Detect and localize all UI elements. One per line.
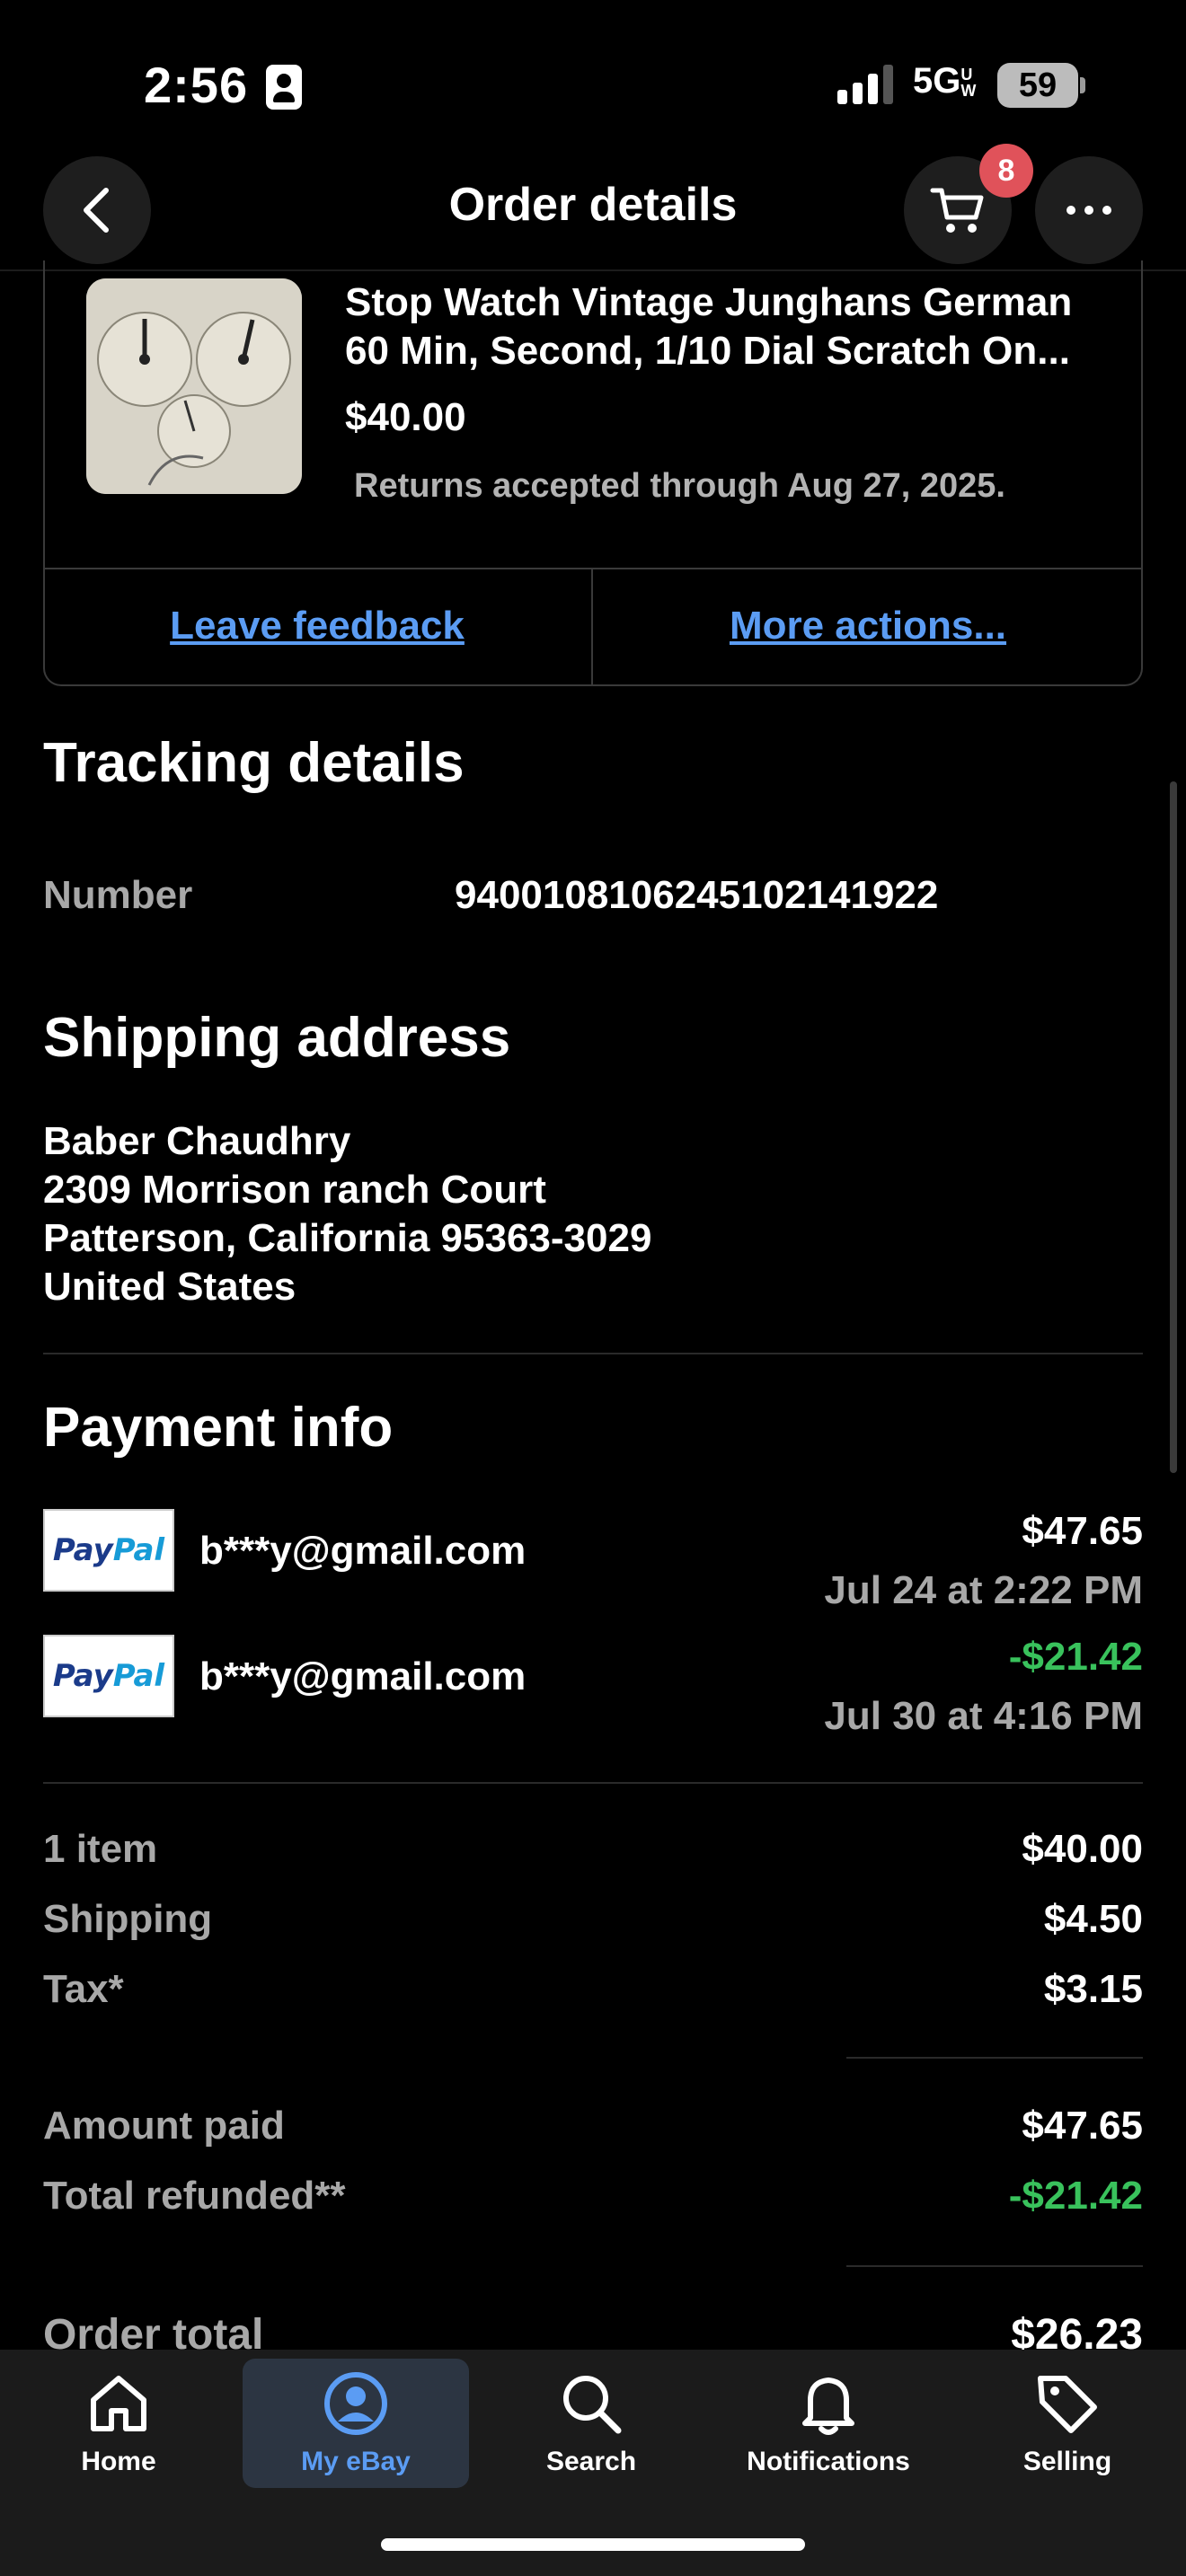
tab-search[interactable]: Search (483, 2359, 699, 2488)
section-divider (43, 1353, 1143, 1354)
payment-heading: Payment info (43, 1397, 394, 1459)
summary-tax-label: Tax* (43, 1967, 124, 2011)
summary-divider (846, 2265, 1143, 2267)
tab-selling[interactable]: Selling (960, 2359, 1175, 2488)
shipping-address: Baber Chaudhry 2309 Morrison ranch Court… (43, 1117, 651, 1311)
payment-email: b***y@gmail.com (199, 1654, 527, 1698)
summary-tax-value: $3.15 (1043, 1967, 1143, 2011)
summary-item-value: $40.00 (1022, 1827, 1143, 1871)
tab-home[interactable]: Home (11, 2359, 226, 2488)
summary-divider (846, 2057, 1143, 2059)
status-time: 2:56 (144, 57, 249, 113)
address-name: Baber Chaudhry (43, 1119, 351, 1163)
returns-note: Returns accepted through Aug 27, 2025. (354, 467, 1005, 505)
home-icon (91, 2376, 146, 2431)
search-icon (563, 2376, 622, 2434)
profile-icon (324, 2372, 387, 2435)
home-indicator[interactable] (381, 2538, 805, 2551)
item-thumbnail[interactable] (86, 278, 302, 494)
cart-icon (930, 188, 984, 233)
scrollbar[interactable] (1170, 781, 1177, 1473)
address-country: United States (43, 1265, 296, 1309)
more-actions-link[interactable]: More actions... (593, 604, 1143, 648)
battery-nub (1080, 77, 1085, 93)
tracking-heading: Tracking details (43, 732, 465, 794)
cart-count-badge: 8 (979, 144, 1033, 198)
total-refunded-label: Total refunded** (43, 2174, 346, 2218)
bell-icon (802, 2378, 854, 2435)
paypal-logo: Pay Pal (43, 1635, 174, 1717)
amount-paid-value: $47.65 (1022, 2104, 1143, 2148)
summary-item-label: 1 item (43, 1827, 158, 1871)
payment-date: Jul 24 at 2:22 PM (824, 1568, 1143, 1612)
tracking-number-label: Number (43, 873, 193, 917)
battery-indicator: 59 (997, 63, 1078, 108)
refund-amount: -$21.42 (1008, 1635, 1143, 1679)
item-title[interactable]: Stop Watch Vintage Junghans German 60 Mi… (345, 278, 1136, 375)
tab-home-label: Home (81, 2447, 156, 2476)
tab-search-label: Search (545, 2447, 637, 2476)
card-divider (43, 568, 1143, 569)
summary-shipping-label: Shipping (43, 1897, 213, 1941)
more-options-button[interactable] (1035, 156, 1143, 264)
focus-badge-icon (266, 65, 302, 110)
tab-my-ebay[interactable]: My eBay (243, 2359, 469, 2488)
address-city: Patterson, California 95363-3029 (43, 1216, 652, 1260)
tab-notifications-label: Notifications (747, 2447, 910, 2476)
item-price: $40.00 (345, 395, 466, 439)
refund-date: Jul 30 at 4:16 PM (824, 1694, 1143, 1738)
leave-feedback-link[interactable]: Leave feedback (43, 604, 591, 648)
ellipsis-icon (1067, 206, 1111, 215)
network-type: 5GUW (913, 61, 977, 101)
paypal-logo: Pay Pal (43, 1509, 174, 1592)
stopwatch-image (86, 278, 302, 494)
tag-icon (1038, 2376, 1097, 2433)
item-title-line1: Stop Watch Vintage Junghans German (345, 280, 1073, 324)
tab-selling-label: Selling (1022, 2447, 1112, 2476)
summary-shipping-value: $4.50 (1043, 1897, 1143, 1941)
shipping-heading: Shipping address (43, 1007, 511, 1069)
amount-paid-label: Amount paid (43, 2104, 285, 2148)
tab-my-ebay-label: My eBay (301, 2447, 411, 2476)
address-street: 2309 Morrison ranch Court (43, 1168, 546, 1212)
tracking-number[interactable]: 9400108106245102141922 (455, 873, 938, 918)
payment-email: b***y@gmail.com (199, 1529, 527, 1573)
tab-notifications[interactable]: Notifications (721, 2359, 936, 2488)
item-title-line2: 60 Min, Second, 1/10 Dial Scratch On... (345, 329, 1070, 373)
payment-amount: $47.65 (1022, 1509, 1143, 1553)
cellular-signal-icon (837, 65, 893, 104)
total-refunded-value: -$21.42 (1008, 2174, 1143, 2218)
section-divider (43, 1782, 1143, 1784)
